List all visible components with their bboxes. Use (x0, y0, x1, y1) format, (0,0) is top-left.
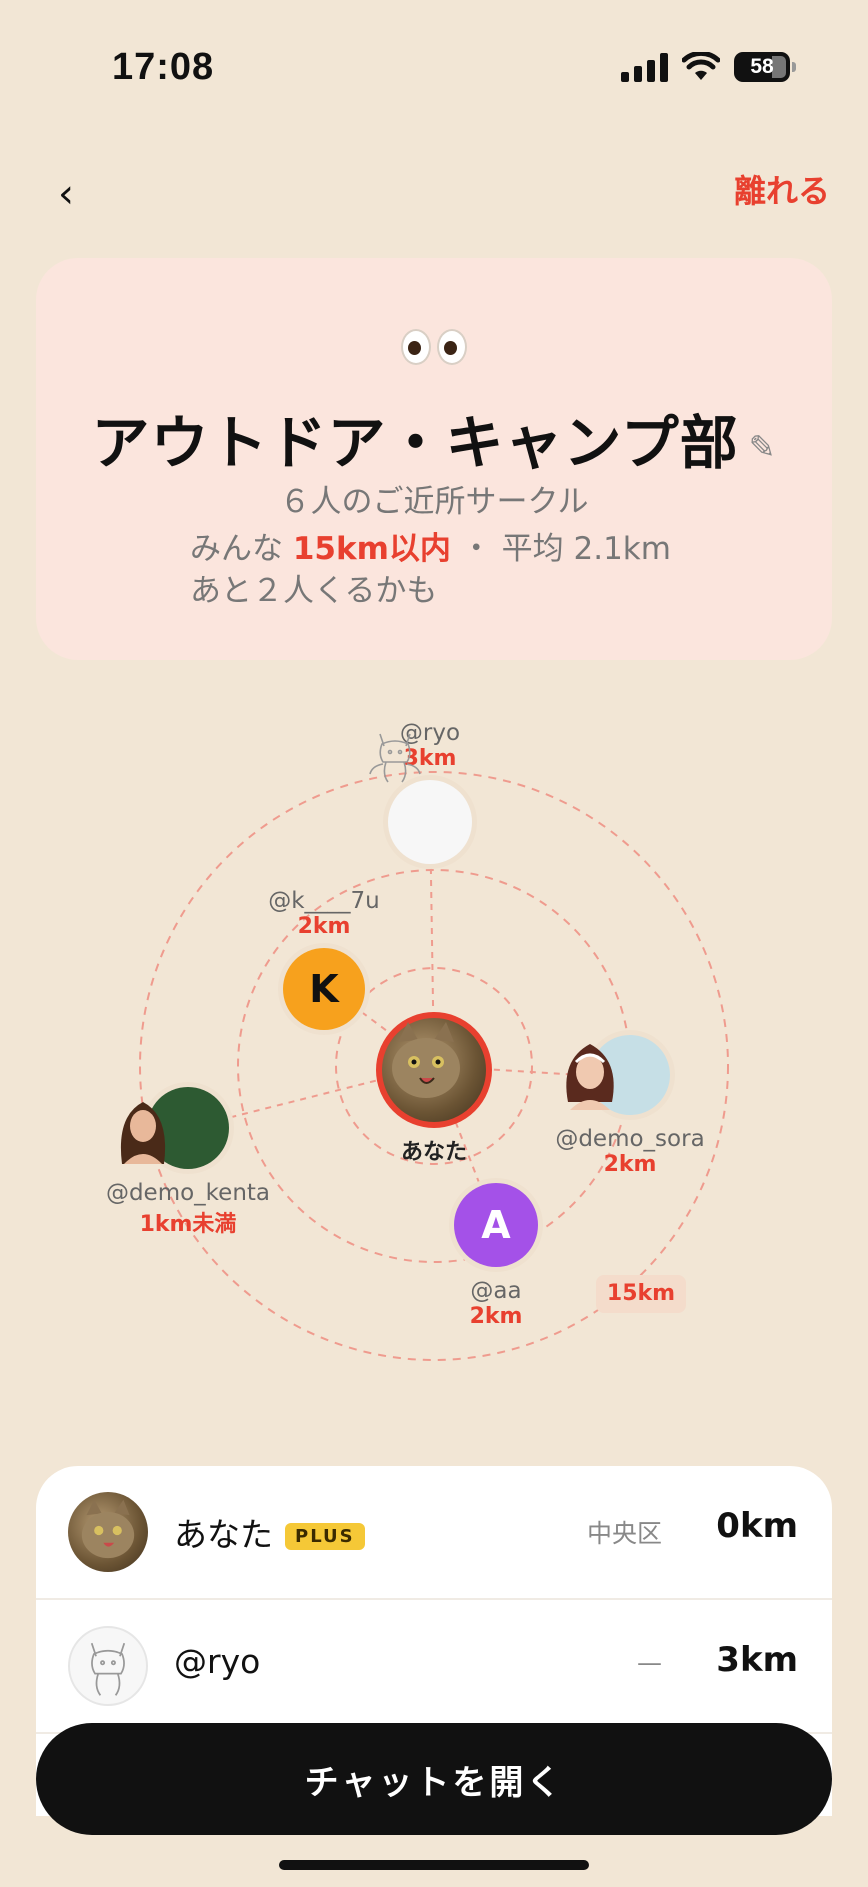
radar-member-ryo[interactable]: @ryo 3km (360, 720, 500, 869)
initial-avatar-k: K (283, 948, 365, 1030)
initial-avatar-a: A (454, 1183, 538, 1267)
ring-label-text: 15km (606, 1281, 676, 1306)
cat-sketch-avatar (68, 1626, 148, 1706)
circle-info: みんな 15km以内 ・ 平均 2.1km あと２人くるかも (190, 528, 671, 612)
ring-label: 15km (596, 1275, 686, 1313)
member-distance: 3km (716, 1640, 798, 1680)
pencil-icon[interactable]: ✎ (749, 428, 777, 466)
info-prefix: みんな (190, 531, 283, 567)
member-distance: 2km (603, 1152, 657, 1177)
member-radar: 15km @ryo 3km @k____7u 2km K あなた @demo_s… (0, 700, 868, 1380)
member-distance: 2km (469, 1304, 523, 1329)
avatar-initial: A (481, 1203, 511, 1247)
info-highlight: 15km以内 (292, 531, 451, 567)
cat-photo-avatar (376, 1012, 492, 1128)
member-handle: @demo_kenta (105, 1180, 271, 1206)
circle-title-row: アウトドア・キャンプ部 ✎ (36, 396, 832, 480)
circle-subtitle: ６人のご近所サークル (279, 484, 589, 520)
plus-badge: PLUS (285, 1523, 365, 1550)
member-distance: 1km未満 (139, 1212, 237, 1237)
radar-center-you[interactable]: あなた (374, 1012, 494, 1166)
status-time: 17:08 (112, 46, 215, 88)
radar-member-aa[interactable]: A @aa 2km (436, 1178, 556, 1329)
cat-sketch-avatar (369, 733, 472, 864)
status-icons: 58 (621, 52, 796, 82)
circle-title: アウトドア・キャンプ部 (91, 409, 739, 477)
member-handle: @k____7u (268, 888, 380, 914)
back-button[interactable]: ‹ (40, 168, 92, 220)
wifi-icon (682, 52, 720, 80)
member-handle: @aa (470, 1278, 522, 1304)
member-distance: 0km (716, 1506, 798, 1546)
chevron-left-icon: ‹ (58, 171, 74, 217)
woman-photo-avatar (566, 1035, 670, 1115)
member-handle: @demo_sora (555, 1126, 705, 1152)
info-suffix: ・ 平均 2.1km (460, 531, 671, 567)
member-area: 中央区 (586, 1519, 662, 1548)
cat-photo-avatar (68, 1492, 148, 1572)
list-item[interactable]: あなた PLUS 中央区 0km (36, 1466, 832, 1600)
member-name: あなた PLUS (174, 1508, 365, 1556)
battery-level: 58 (750, 55, 774, 78)
member-name: @ryo (174, 1642, 261, 1681)
battery-icon: 58 (734, 52, 796, 82)
cellular-signal-icon (621, 52, 668, 82)
member-area: — (637, 1648, 662, 1677)
eyes-icon (36, 318, 832, 378)
radar-member-demo-kenta[interactable]: @demo_kenta 1km未満 (102, 1082, 274, 1238)
circle-info-card: アウトドア・キャンプ部 ✎ ６人のご近所サークル みんな 15km以内 ・ 平均 … (36, 258, 832, 660)
avatar-initial: K (309, 967, 339, 1011)
home-indicator (279, 1860, 589, 1870)
radar-member-k7u[interactable]: @k____7u 2km K (254, 888, 394, 1035)
status-bar: 17:08 58 (0, 0, 868, 140)
radar-member-demo-sora[interactable]: @demo_sora 2km (550, 1030, 710, 1177)
open-chat-button[interactable]: チャットを開く (36, 1723, 832, 1835)
member-distance: 2km (297, 914, 351, 939)
list-item[interactable]: @ryo — 3km (36, 1600, 832, 1734)
member-name-text: あなた (174, 1515, 273, 1554)
info-line2: あと２人くるかも (190, 573, 438, 609)
you-label: あなた (400, 1140, 467, 1165)
leave-button[interactable]: 離れる (734, 166, 830, 212)
woman-photo-avatar (120, 1087, 229, 1169)
